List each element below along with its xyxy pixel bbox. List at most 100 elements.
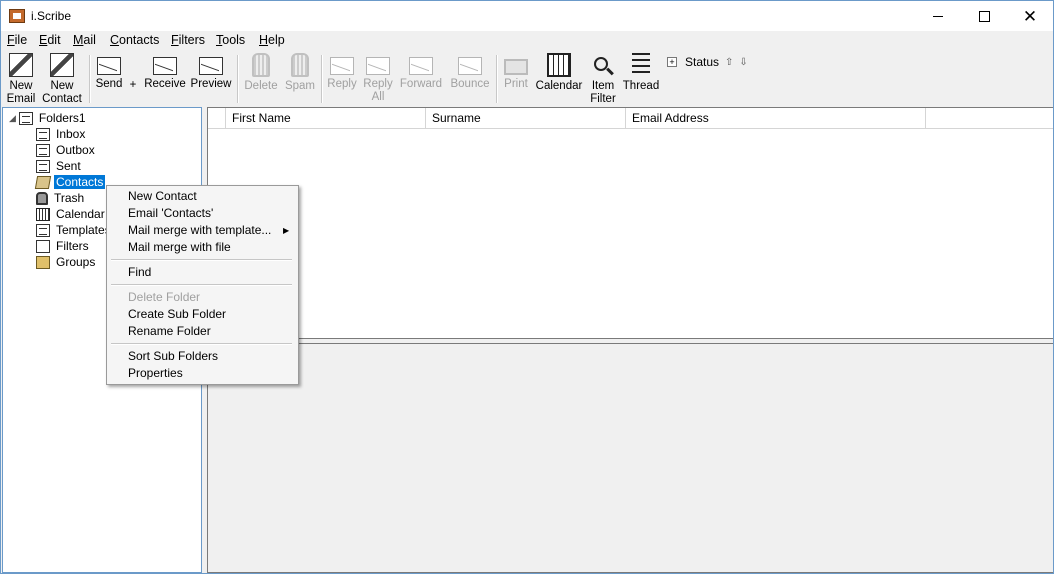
folder-groups[interactable]: Groups xyxy=(36,254,95,270)
reply-all-button[interactable]: Reply All xyxy=(362,51,394,104)
maximize-button[interactable] xyxy=(961,1,1007,31)
receive-icon xyxy=(153,57,177,75)
folders-root-icon xyxy=(18,111,33,125)
calendar-icon xyxy=(547,53,571,77)
contacts-icon xyxy=(34,175,52,189)
ctx-mail-merge-file[interactable]: Mail merge with file xyxy=(128,239,231,256)
spam-button[interactable]: Spam xyxy=(283,51,317,93)
ctx-email-contacts[interactable]: Email 'Contacts' xyxy=(128,205,213,222)
app-icon xyxy=(9,9,25,23)
maximize-icon xyxy=(978,10,990,22)
status-up-icon[interactable]: ⇧ xyxy=(725,57,733,68)
folder-sent[interactable]: Sent xyxy=(36,158,81,174)
ctx-rename-folder[interactable]: Rename Folder xyxy=(128,323,211,340)
ctx-properties[interactable]: Properties xyxy=(128,365,183,382)
bounce-button[interactable]: Bounce xyxy=(449,51,491,91)
calendar-folder-icon xyxy=(36,207,50,221)
close-button[interactable]: ✕ xyxy=(1007,1,1053,31)
window-title: i.Scribe xyxy=(31,9,72,23)
folder-templates[interactable]: Templates xyxy=(36,222,111,238)
ctx-mail-merge-template[interactable]: Mail merge with template... xyxy=(128,222,271,239)
menu-mail[interactable]: Mail xyxy=(73,33,96,47)
folder-filters[interactable]: Filters xyxy=(36,238,89,254)
item-filter-icon xyxy=(591,53,615,77)
column-headers: First Name Surname Email Address xyxy=(208,108,1053,129)
item-filter-button[interactable]: Item Filter xyxy=(587,51,619,106)
menu-bar: File Edit Mail Contacts Filters Tools He… xyxy=(1,31,1053,51)
menu-contacts[interactable]: Contacts xyxy=(110,33,159,47)
ctx-create-sub-folder[interactable]: Create Sub Folder xyxy=(128,306,226,323)
ctx-sort-sub-folders[interactable]: Sort Sub Folders xyxy=(128,348,218,365)
thread-icon xyxy=(632,53,650,77)
menu-edit[interactable]: Edit xyxy=(39,33,61,47)
ctx-new-contact[interactable]: New Contact xyxy=(128,188,197,205)
column-header-blank[interactable] xyxy=(208,108,226,128)
submenu-arrow-icon: ▶ xyxy=(283,226,290,235)
minimize-icon xyxy=(933,15,943,17)
groups-icon xyxy=(36,255,50,269)
thread-button[interactable]: Thread xyxy=(622,51,660,93)
status-control[interactable]: + Status ⇧ ⇩ xyxy=(667,55,748,69)
preview-button[interactable]: Preview xyxy=(190,51,232,91)
print-button[interactable]: Print xyxy=(501,51,531,91)
toolbar-separator xyxy=(89,55,91,103)
column-header-surname[interactable]: Surname xyxy=(426,108,626,128)
column-header-first-name[interactable]: First Name xyxy=(226,108,426,128)
toolbar-separator xyxy=(321,55,323,103)
toolbar: New Email New Contact Send + Receive Previ… xyxy=(1,51,1053,107)
calendar-button[interactable]: Calendar xyxy=(535,51,583,93)
reply-icon xyxy=(330,57,354,75)
menu-file[interactable]: File xyxy=(7,33,27,47)
title-bar: i.Scribe ✕ xyxy=(1,1,1053,31)
folder-calendar[interactable]: Calendar xyxy=(36,206,105,222)
receive-button[interactable]: Receive xyxy=(144,51,186,91)
status-expand-icon[interactable]: + xyxy=(667,57,677,67)
send-receive-plus: + xyxy=(129,79,137,91)
new-email-button[interactable]: New Email xyxy=(5,51,37,106)
send-button[interactable]: Send xyxy=(94,51,124,91)
trash-icon xyxy=(36,191,48,205)
preview-pane xyxy=(207,343,1053,573)
reply-all-icon xyxy=(366,57,390,75)
item-list[interactable]: First Name Surname Email Address xyxy=(207,107,1053,339)
column-header-email[interactable]: Email Address xyxy=(626,108,926,128)
close-icon: ✕ xyxy=(1022,6,1038,26)
menu-filters[interactable]: Filters xyxy=(171,33,205,47)
toolbar-separator xyxy=(496,55,498,103)
ctx-delete-folder[interactable]: Delete Folder xyxy=(128,289,200,306)
new-email-icon xyxy=(9,53,33,77)
new-contact-icon xyxy=(50,53,74,77)
menu-help[interactable]: Help xyxy=(259,33,285,47)
outbox-icon xyxy=(36,143,50,157)
forward-button[interactable]: Forward xyxy=(399,51,443,91)
menu-separator xyxy=(111,259,292,261)
preview-icon xyxy=(199,57,223,75)
sent-icon xyxy=(36,159,50,173)
ctx-find[interactable]: Find xyxy=(128,264,151,281)
send-icon xyxy=(97,57,121,75)
menu-separator xyxy=(111,284,292,286)
minimize-button[interactable] xyxy=(915,1,961,31)
tree-root[interactable]: ◢ Folders1 xyxy=(9,111,86,125)
print-icon xyxy=(504,59,528,75)
status-down-icon[interactable]: ⇩ xyxy=(739,57,747,68)
bounce-icon xyxy=(458,57,482,75)
new-contact-button[interactable]: New Contact xyxy=(41,51,83,106)
folder-contacts[interactable]: Contacts xyxy=(34,174,106,190)
delete-icon xyxy=(252,53,270,77)
menu-separator xyxy=(111,343,292,345)
filters-icon xyxy=(36,239,50,253)
spam-icon xyxy=(291,53,309,77)
menu-tools[interactable]: Tools xyxy=(216,33,245,47)
folder-outbox[interactable]: Outbox xyxy=(36,142,95,158)
delete-button[interactable]: Delete xyxy=(243,51,279,93)
expand-triangle-icon[interactable]: ◢ xyxy=(9,113,16,124)
reply-button[interactable]: Reply xyxy=(326,51,358,91)
templates-icon xyxy=(36,223,50,237)
app-window: i.Scribe ✕ File Edit Mail Contacts Filte… xyxy=(0,0,1054,574)
folder-trash[interactable]: Trash xyxy=(36,190,84,206)
inbox-icon xyxy=(36,127,50,141)
status-label: Status xyxy=(685,55,720,69)
forward-icon xyxy=(409,57,433,75)
folder-inbox[interactable]: Inbox xyxy=(36,126,85,142)
